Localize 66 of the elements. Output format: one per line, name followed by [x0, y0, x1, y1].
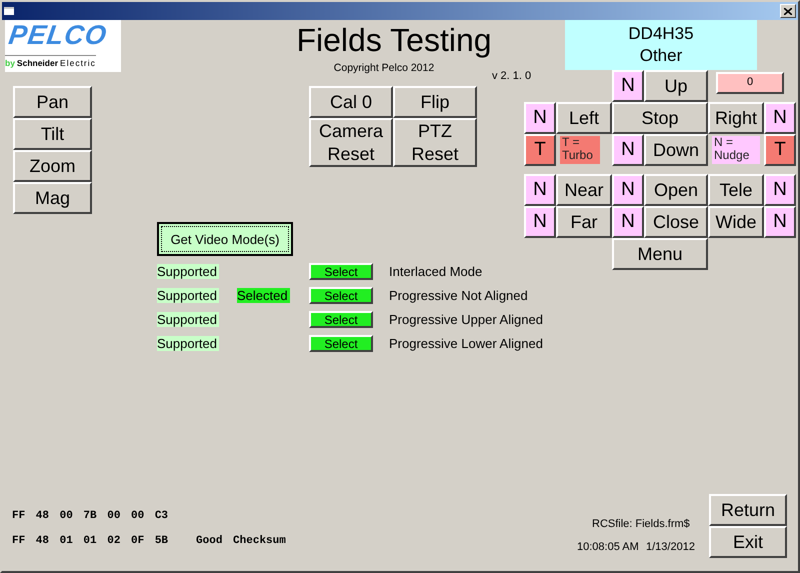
- mode-name: Interlaced Mode: [388, 264, 484, 278]
- select-button[interactable]: Select: [309, 262, 373, 280]
- turbo-legend: T = Turbo: [560, 136, 600, 164]
- action-button[interactable]: PTZ Reset: [393, 118, 477, 167]
- mode-button[interactable]: Tilt: [13, 118, 92, 150]
- close-icon: [784, 8, 792, 14]
- company-logo: PELCO by Schneider Electric: [5, 20, 121, 72]
- supported-label: Supported: [157, 312, 219, 326]
- version-text: v 2. 1. 0: [492, 70, 532, 82]
- checksum-text: Good Checksum: [196, 535, 286, 547]
- nudge-button[interactable]: N: [764, 102, 796, 134]
- nudge-button[interactable]: N: [612, 174, 644, 206]
- close-button[interactable]: [780, 4, 796, 18]
- counter-display: 0: [716, 72, 784, 94]
- device-model: DD4H35: [628, 24, 694, 44]
- action-button[interactable]: Flip: [393, 86, 477, 118]
- date-text: 1/13/2012: [646, 541, 695, 553]
- direction-button[interactable]: Wide: [708, 206, 764, 238]
- packet-text: FF 48 00 7B 00 00 C3: [12, 510, 168, 522]
- direction-button[interactable]: Tele: [708, 174, 764, 206]
- direction-button[interactable]: Up: [644, 70, 708, 102]
- form-title: Fields Testing: [295, 22, 493, 59]
- nudge-button[interactable]: N: [612, 134, 644, 166]
- control-button[interactable]: Menu: [612, 238, 708, 270]
- turbo-button[interactable]: T: [524, 134, 556, 166]
- nav-button[interactable]: Exit: [709, 526, 787, 558]
- supported-label: Supported: [157, 336, 219, 350]
- direction-button[interactable]: Down: [644, 134, 708, 166]
- direction-button[interactable]: Open: [644, 174, 708, 206]
- device-type: Other: [640, 46, 682, 66]
- mode-name: Progressive Upper Aligned: [388, 312, 543, 326]
- direction-button[interactable]: Near: [556, 174, 612, 206]
- nudge-button[interactable]: N: [612, 206, 644, 238]
- select-button[interactable]: Select: [309, 334, 373, 352]
- mode-button[interactable]: Mag: [13, 182, 92, 214]
- direction-button[interactable]: Close: [644, 206, 708, 238]
- nudge-button[interactable]: N: [524, 174, 556, 206]
- nudge-button[interactable]: N: [524, 102, 556, 134]
- nudge-button[interactable]: N: [764, 174, 796, 206]
- mode-name: Progressive Lower Aligned: [388, 336, 543, 350]
- select-button[interactable]: Select: [309, 310, 373, 328]
- nudge-button[interactable]: N: [764, 206, 796, 238]
- get-video-modes-button[interactable]: Get Video Mode(s): [157, 222, 293, 256]
- turbo-button[interactable]: T: [764, 134, 796, 166]
- supported-label: Supported: [157, 288, 219, 302]
- selected-label: Selected: [237, 288, 290, 302]
- nudge-legend: N = Nudge: [712, 136, 760, 164]
- app-icon: [4, 6, 16, 16]
- time-text: 10:08:05 AM: [577, 541, 639, 553]
- direction-button[interactable]: Left: [556, 102, 612, 134]
- direction-button[interactable]: Far: [556, 206, 612, 238]
- mode-name: Progressive Not Aligned: [388, 288, 529, 302]
- nudge-button[interactable]: N: [612, 70, 644, 102]
- packet-text: FF 48 01 01 02 0F 5B: [12, 535, 168, 547]
- mode-button[interactable]: Zoom: [13, 150, 92, 182]
- direction-button[interactable]: Right: [708, 102, 764, 134]
- action-button[interactable]: Camera Reset: [309, 118, 393, 167]
- copyright-text: Copyright Pelco 2012: [332, 62, 436, 74]
- nav-button[interactable]: Return: [709, 494, 787, 526]
- mode-button[interactable]: Pan: [13, 86, 92, 118]
- nudge-button[interactable]: N: [524, 206, 556, 238]
- supported-label: Supported: [157, 264, 219, 278]
- rcs-file-text: RCSfile: Fields.frm$: [592, 518, 690, 530]
- select-button[interactable]: Select: [309, 286, 373, 304]
- control-button[interactable]: Stop: [612, 102, 708, 134]
- action-button[interactable]: Cal 0: [309, 86, 393, 118]
